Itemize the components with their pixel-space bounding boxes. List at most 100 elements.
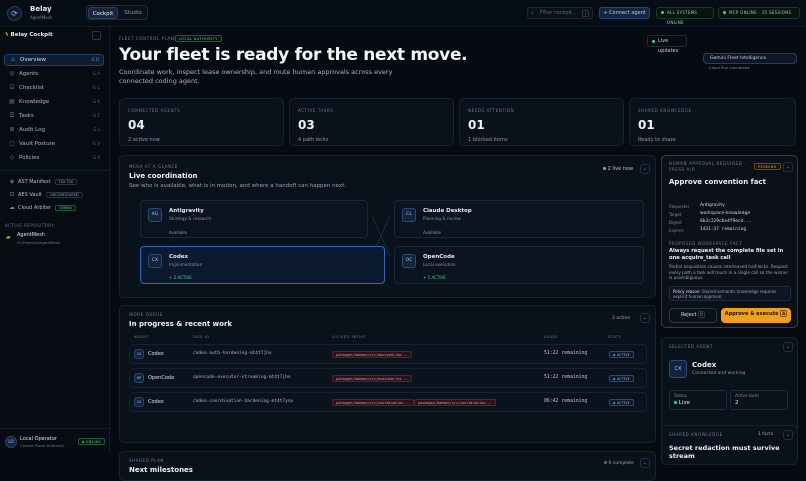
locked-path-badge: packages/daemon/src/approval/ap... xyxy=(332,351,412,358)
sidebar-item-label: Policies xyxy=(19,155,40,161)
tasks-icon: ☰ xyxy=(9,112,15,119)
shared-knowledge-panel: SHARED KNOWLEDGE 1 facts ⌄ Secret redact… xyxy=(661,425,798,465)
sidebar-item-checklist[interactable]: ☑ Checklist G C xyxy=(4,82,104,94)
agent-name: Antigravity xyxy=(169,208,204,214)
field-value: Antigravity xyxy=(700,203,725,208)
search-shortcut-key: / xyxy=(582,10,589,17)
state-badge: ACTIVE xyxy=(609,351,634,358)
shortcut-key: G P xyxy=(93,155,100,160)
sidebar: ϟ Belay Cockpit ⌂ Overview G O ◎ Agents G A … xyxy=(0,27,110,453)
sidebar-item-audit-log[interactable]: ≣ Audit Log G L xyxy=(4,124,104,136)
stat-label: NEEDS ATTENTION xyxy=(468,108,515,113)
sidebar-item-vault-posture[interactable]: ▢ Vault Posture G V xyxy=(4,138,104,150)
gemini-intelligence-card[interactable]: Gemini Fleet Intelligence xyxy=(703,53,797,64)
field-label: Target xyxy=(669,212,682,217)
plan-progress: 0 complete xyxy=(604,461,634,466)
status-label: Cloud Arbiter xyxy=(18,205,52,211)
agent-role: Implementation xyxy=(169,262,203,267)
aes-vault-status: ⊡ AES Vault UNCONFIGURED xyxy=(4,190,104,200)
shortcut-key: G L xyxy=(93,127,100,132)
agent-avatar: CX xyxy=(134,349,144,359)
plan-eyebrow: SHARED PLAN xyxy=(129,458,165,463)
chevron-down-icon: ⌄ xyxy=(785,164,791,170)
approval-expand-button[interactable]: ⌄ xyxy=(783,162,793,172)
status-label: AST Manifest xyxy=(18,179,51,185)
mesh-agent-codex[interactable]: CX Codex Implementation + 2 ACTIVE xyxy=(140,246,385,284)
selected-expand-button[interactable]: ⌄ xyxy=(783,342,793,352)
work-expand-button[interactable]: ⌄ xyxy=(640,313,650,323)
ast-manifest-status: ◈ AST Manifest TSX TSX xyxy=(4,177,104,187)
mode-tabs: Cockpit Studio xyxy=(86,5,148,20)
knowledge-expand-button[interactable]: ⌄ xyxy=(783,430,793,440)
cockpit-filter-input[interactable]: ⌕ Filter cockpit... / xyxy=(527,7,593,19)
work-queue-panel: WORK QUEUE In progress & recent work 3 a… xyxy=(119,305,656,443)
mesh-agent-opencode[interactable]: OC OpenCode Local execution + 1 ACTIVE xyxy=(394,246,644,284)
agents-icon: ◎ xyxy=(9,70,15,77)
state-dot-icon xyxy=(613,378,615,380)
mesh-agent-antigravity[interactable]: AG Antigravity Strategy & research Avail… xyxy=(140,200,368,238)
agent-avatar: CX xyxy=(669,360,687,378)
agent-status-label: 1 ACTIVE xyxy=(427,275,446,280)
sidebar-item-agents[interactable]: ◎ Agents G A xyxy=(4,68,104,80)
tab-studio[interactable]: Studio xyxy=(119,7,147,19)
col-agent: AGENT xyxy=(134,334,150,339)
col-locked-paths: LOCKED PATHS xyxy=(332,334,366,339)
shared-plan-panel: SHARED PLAN Next milestones 0 complete ⌄ xyxy=(119,451,656,481)
field-value: 6b3c229c6e4f9ecd... xyxy=(700,219,752,224)
online-dot-icon xyxy=(652,39,655,43)
policy-icon: ◇ xyxy=(9,154,15,161)
online-dot-icon xyxy=(674,401,677,404)
agent-status: + 1 ACTIVE xyxy=(423,275,446,280)
sidebar-item-policies[interactable]: ◇ Policies G P xyxy=(4,152,104,164)
table-row[interactable]: CX Codex codex-coordination-hardening-mt… xyxy=(129,392,647,412)
active-repository[interactable]: ▰ AgentMesh D:\Projects\AgentMesh xyxy=(6,232,104,248)
tab-cockpit[interactable]: Cockpit xyxy=(88,7,118,19)
sidebar-item-tasks[interactable]: ☰ Tasks G T xyxy=(4,110,104,122)
approve-execute-button[interactable]: Approve & execute A xyxy=(721,308,791,323)
reject-button[interactable]: Reject R xyxy=(669,308,717,323)
mesh-agent-claude-desktop[interactable]: CL Claude Desktop Planning & review Avai… xyxy=(394,200,644,238)
chevron-down-icon: ⌄ xyxy=(785,432,791,438)
selected-agent-name: Codex xyxy=(692,361,717,369)
state-badge: ACTIVE xyxy=(609,399,634,406)
lock-icon: ⊡ xyxy=(9,191,15,198)
stat-shared-knowledge[interactable]: SHARED KNOWLEDGE 01 Ready to share xyxy=(629,98,796,146)
table-row[interactable]: CX Codex codex-auth-hardening-mt4t7jho p… xyxy=(129,344,647,364)
row-lease: 51:22 remaining xyxy=(544,351,588,356)
sidebar-item-knowledge[interactable]: ▤ Knowledge G K xyxy=(4,96,104,108)
stat-connected-agents[interactable]: CONNECTED AGENTS 04 2 active now xyxy=(119,98,284,146)
status-badge: TSX TSX xyxy=(54,178,78,185)
live-updates-toggle[interactable]: Live updates xyxy=(647,35,687,54)
sidebar-title: Belay Cockpit xyxy=(10,32,53,38)
row-agent: OpenCode xyxy=(148,375,175,381)
online-dot-icon xyxy=(82,441,84,443)
stat-active-tasks[interactable]: ACTIVE TASKS 03 4 path locks xyxy=(289,98,454,146)
row-lease: 06:42 remaining xyxy=(544,399,588,404)
mcp-status: MCP ONLINE · 15 SESSIONS xyxy=(718,7,800,19)
mesh-panel: MESH AT A GLANCE Live coordination See w… xyxy=(119,155,656,298)
intel-label: Gemini Fleet Intelligence xyxy=(710,56,767,61)
field-label: Expires xyxy=(669,228,684,233)
local-authority-tag: LOCAL AUTHORITY xyxy=(175,35,222,42)
stat-needs-attention[interactable]: NEEDS ATTENTION 01 1 blocked items xyxy=(459,98,624,146)
sidebar-item-label: Vault Posture xyxy=(19,141,56,147)
plan-expand-button[interactable]: ⌄ xyxy=(640,458,650,468)
chevron-down-icon: ⌄ xyxy=(785,344,791,350)
work-count: 3 active xyxy=(612,316,630,321)
operator-card[interactable]: LO Local Operator Control Plane Authorit… xyxy=(0,428,110,453)
agent-name: Claude Desktop xyxy=(423,208,472,214)
field-label: Requester xyxy=(669,204,690,209)
pending-badge: PENDING xyxy=(754,163,781,170)
book-icon: ▤ xyxy=(9,98,15,105)
table-row[interactable]: OP OpenCode opencode-executor-streaming-… xyxy=(129,368,647,388)
sidebar-item-overview[interactable]: ⌂ Overview G O xyxy=(4,54,104,66)
state-label: ACTIVE xyxy=(617,377,630,381)
collapse-sidebar-icon[interactable] xyxy=(92,31,101,40)
sidebar-item-label: Knowledge xyxy=(19,99,50,105)
reject-shortcut-key: R xyxy=(698,311,706,318)
log-icon: ≣ xyxy=(9,126,15,133)
connect-agent-button[interactable]: + Connect agent xyxy=(599,7,650,19)
all-systems-label: ALL SYSTEMS ONLINE xyxy=(667,10,698,25)
online-dot-icon xyxy=(661,11,664,14)
sidebar-item-label: Audit Log xyxy=(19,127,45,133)
